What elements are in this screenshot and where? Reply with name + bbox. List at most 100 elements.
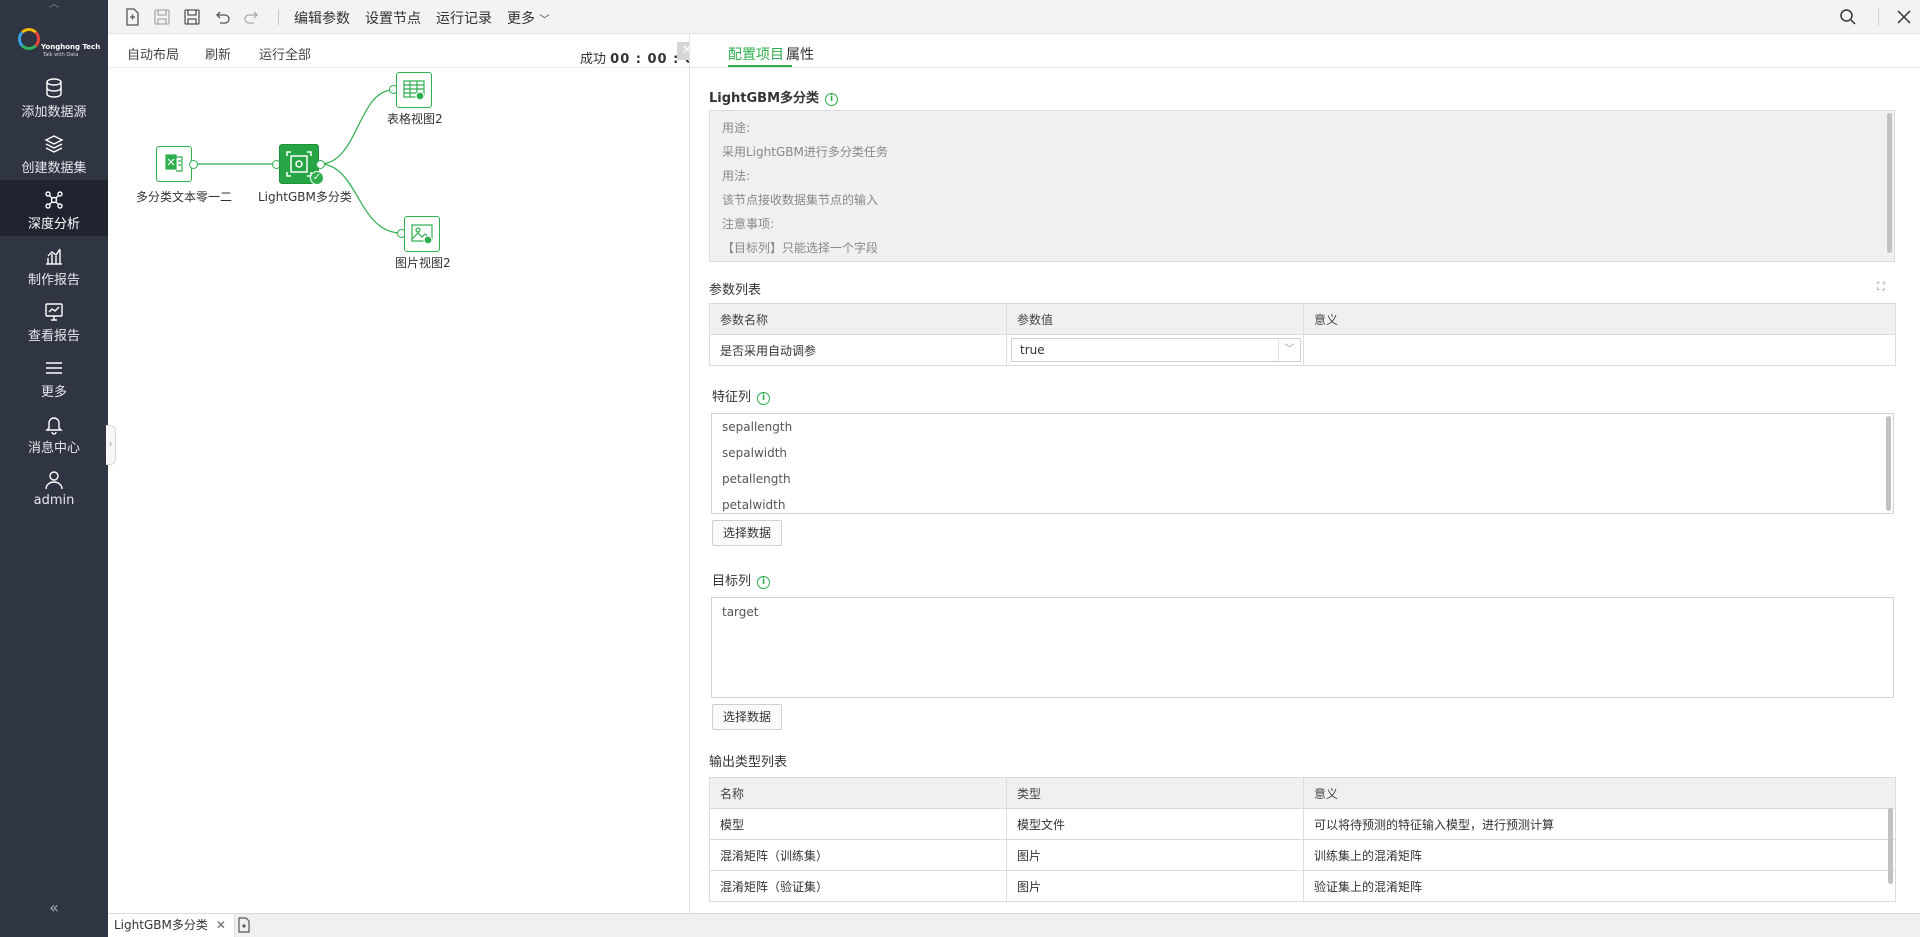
features-title: 特征列 i	[712, 386, 771, 405]
menu-icon	[46, 362, 62, 374]
select-target-button[interactable]: 选择数据	[712, 704, 782, 730]
close-tab-icon[interactable]: ✕	[216, 918, 226, 932]
run-log-button[interactable]: 运行记录	[436, 8, 492, 28]
logo-name: Yonghong Tech	[41, 43, 101, 51]
run-all-button[interactable]: 运行全部	[259, 44, 311, 63]
edit-params-button[interactable]: 编辑参数	[294, 8, 350, 28]
chart-icon	[46, 248, 62, 265]
sidebar-item-label: 添加数据源	[21, 105, 87, 120]
sidebar-item-label: 创建数据集	[21, 161, 87, 176]
table-row: 混淆矩阵（验证集） 图片 验证集上的混淆矩阵	[709, 870, 1896, 902]
table-row: 是否采用自动调参 true ﹀	[709, 334, 1896, 366]
user-icon	[45, 471, 63, 490]
logo-ring-icon	[18, 28, 40, 50]
node-title-text: LightGBM多分类	[709, 91, 820, 106]
chevron-down-icon: ﹀	[1278, 339, 1300, 361]
monitor-icon	[45, 303, 63, 321]
param-value-select[interactable]: true ﹀	[1011, 338, 1301, 362]
info-icon[interactable]: i	[757, 392, 771, 405]
set-node-button[interactable]: 设置节点	[365, 8, 421, 28]
list-item[interactable]: target	[722, 605, 759, 619]
sidebar-item-make-report[interactable]: 制作报告	[0, 236, 108, 292]
chevron-up-icon[interactable]: ︿	[0, 0, 108, 12]
params-title: 参数列表	[709, 283, 762, 298]
network-icon	[45, 191, 63, 209]
sidebar-item-label: 消息中心	[27, 441, 80, 456]
column-header: 名称	[709, 777, 1007, 809]
column-header: 参数名称	[709, 303, 1007, 335]
sidebar-item-messages[interactable]: 消息中心	[0, 404, 108, 460]
sidebar-item-label: admin	[33, 493, 75, 508]
panel-splitter-handle[interactable]: ›	[106, 425, 116, 465]
sidebar-item-view-report[interactable]: 查看报告	[0, 292, 108, 348]
tab-properties[interactable]: 属性	[786, 44, 814, 64]
desc-line: 采用LightGBM进行多分类任务	[722, 145, 888, 159]
save-as-icon[interactable]	[182, 7, 202, 27]
target-title-text: 目标列	[712, 574, 752, 589]
info-icon[interactable]: i	[757, 576, 771, 589]
table-row: 模型 模型文件 可以将待预测的特征输入模型，进行预测计算	[709, 808, 1896, 840]
auto-layout-button[interactable]: 自动布局	[127, 44, 179, 63]
node-label: 表格视图2	[387, 112, 443, 126]
search-icon[interactable]	[1838, 7, 1858, 27]
sidebar-item-user[interactable]: admin	[0, 460, 108, 516]
more-menu-button[interactable]: 更多 ﹀	[507, 8, 549, 28]
sidebar-item-label: 深度分析	[27, 217, 80, 232]
undo-icon[interactable]	[212, 7, 232, 27]
output-type: 图片	[1006, 870, 1304, 902]
refresh-button[interactable]: 刷新	[205, 44, 231, 63]
add-tab-icon[interactable]	[236, 917, 252, 933]
logo-tagline: Talk with Data	[43, 52, 79, 58]
sidebar-item-more[interactable]: 更多	[0, 348, 108, 404]
features-list[interactable]: sepallength sepalwidth petallength petal…	[711, 413, 1894, 514]
bell-icon	[45, 417, 63, 435]
sidebar-item-label: 更多	[40, 385, 67, 400]
output-port[interactable]	[316, 160, 325, 169]
list-item[interactable]: petallength	[722, 472, 791, 486]
info-icon[interactable]: i	[825, 93, 839, 106]
save-icon-disabled[interactable]	[152, 7, 172, 27]
output-port[interactable]	[189, 160, 198, 169]
column-header: 参数值	[1006, 303, 1304, 335]
list-item[interactable]: sepalwidth	[722, 446, 787, 460]
desc-line: 该节点接收数据集节点的输入	[722, 193, 879, 207]
node-description: 用途: 采用LightGBM进行多分类任务 用法: 该节点接收数据集节点的输入 …	[709, 110, 1895, 262]
output-type: 模型文件	[1006, 808, 1304, 840]
new-file-icon[interactable]	[122, 7, 142, 27]
output-scrollbar[interactable]	[1888, 808, 1893, 884]
params-table: 参数名称 参数值 意义 是否采用自动调参 true ﹀	[709, 303, 1896, 366]
panel-divider	[689, 34, 690, 913]
select-features-button[interactable]: 选择数据	[712, 520, 782, 546]
app-logo: Yonghong Tech Talk with Data	[14, 24, 100, 60]
success-check-icon: ✓	[310, 171, 324, 185]
desc-scrollbar[interactable]	[1887, 113, 1892, 253]
redo-icon[interactable]	[242, 7, 262, 27]
close-icon[interactable]	[1894, 7, 1914, 27]
tab-config[interactable]: 配置项目	[728, 44, 784, 64]
top-toolbar: 编辑参数 设置节点 运行记录 更多 ﹀	[108, 0, 1920, 34]
features-scrollbar[interactable]	[1886, 416, 1891, 511]
sidebar-item-deep-analysis[interactable]: 深度分析	[0, 180, 108, 236]
sidebar-item-add-datasource[interactable]: 添加数据源	[0, 68, 108, 124]
table-view-icon	[396, 72, 432, 108]
output-name: 混淆矩阵（训练集）	[709, 839, 1007, 871]
list-item[interactable]: petalwidth	[722, 498, 785, 512]
table-header-row: 参数名称 参数值 意义	[709, 303, 1896, 335]
toolbar-divider	[278, 9, 279, 25]
column-header: 类型	[1006, 777, 1304, 809]
expand-icon[interactable]: ⛶	[1877, 280, 1885, 294]
desc-line: 用途:	[722, 121, 751, 135]
node-label: 多分类文本零一二	[136, 190, 233, 204]
target-title: 目标列 i	[712, 570, 771, 589]
collapse-sidebar-icon[interactable]: «	[0, 898, 108, 917]
open-tab[interactable]: LightGBM多分类 ✕	[108, 914, 235, 937]
column-header: 意义	[1303, 777, 1896, 809]
left-sidebar: ︿ Yonghong Tech Talk with Data 添加数据源 创建数…	[0, 0, 108, 937]
target-list[interactable]: target	[711, 597, 1894, 698]
column-header: 意义	[1303, 303, 1896, 335]
list-item[interactable]: sepallength	[722, 420, 792, 434]
output-title: 输出类型列表	[709, 755, 788, 770]
sidebar-item-create-dataset[interactable]: 创建数据集	[0, 124, 108, 180]
table-row: 混淆矩阵（训练集） 图片 训练集上的混淆矩阵	[709, 839, 1896, 871]
workflow-canvas[interactable]: 多分类文本零一二 ✓ LightGBM多分类 表格视图2 图片视图2	[108, 68, 690, 913]
